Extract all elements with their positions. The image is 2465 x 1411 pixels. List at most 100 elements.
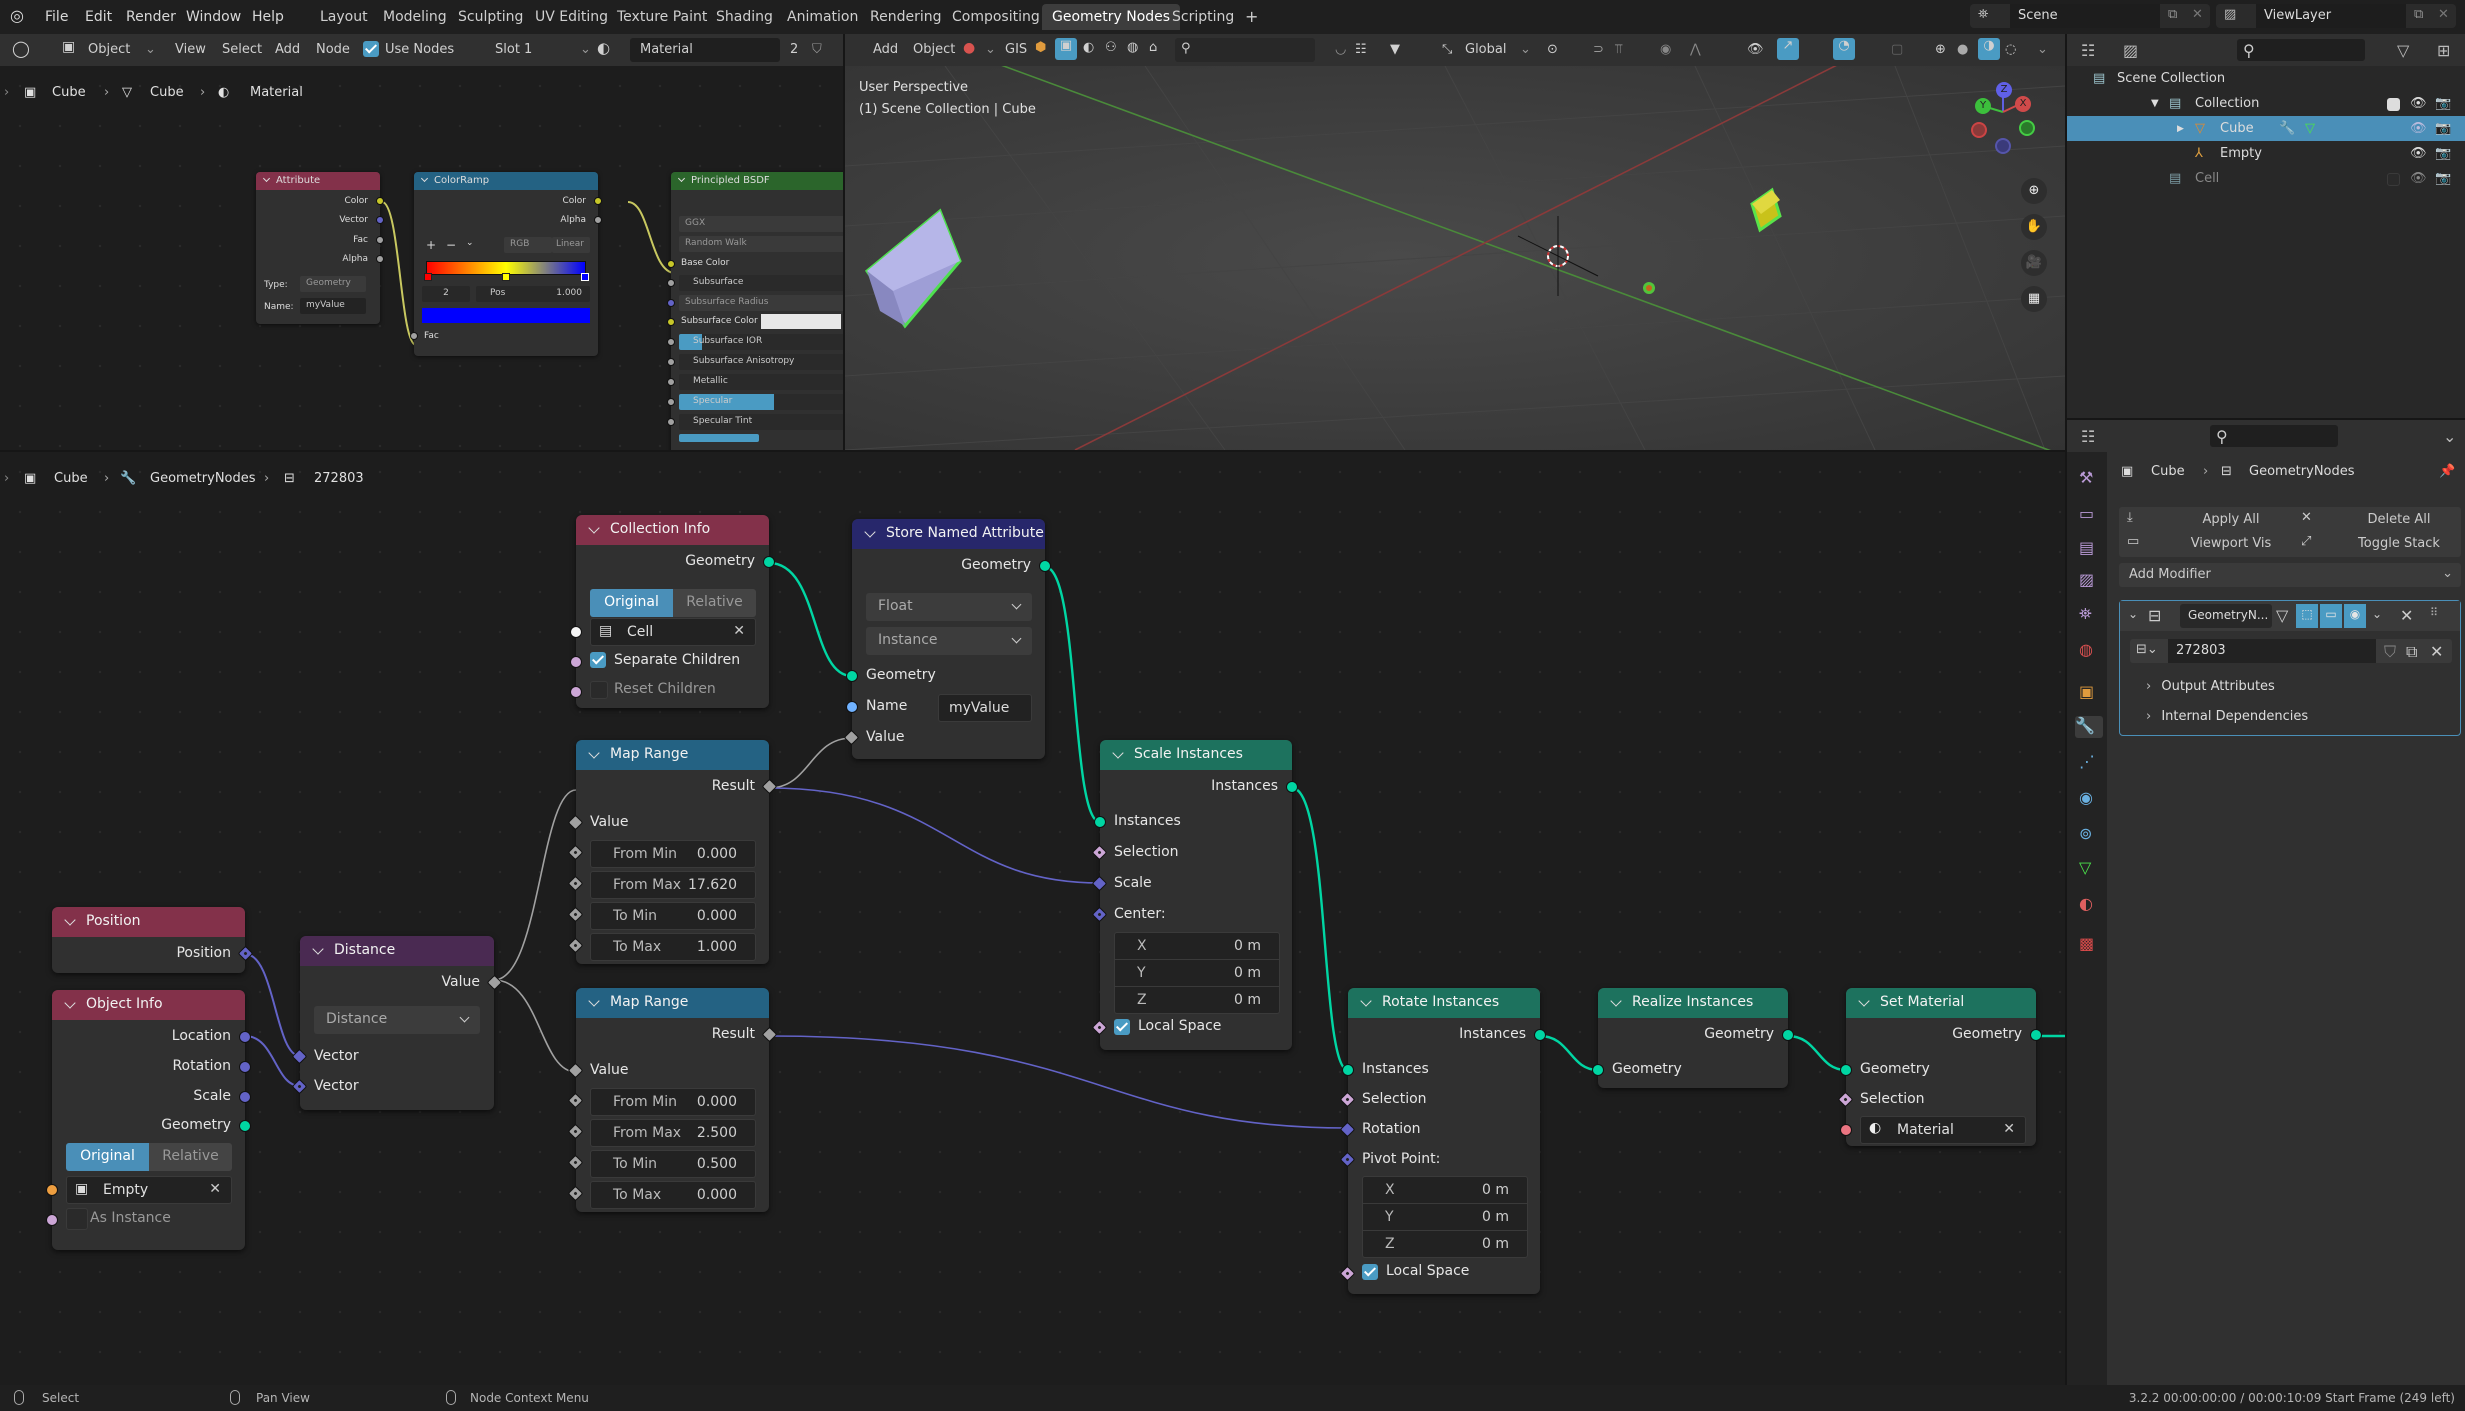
tab-modeling[interactable]: Modeling [373, 4, 457, 30]
input-collection-socket[interactable] [570, 626, 582, 638]
zoom-view-icon[interactable]: ⊕ [2021, 178, 2047, 204]
exclude-checkbox[interactable] [2387, 97, 2400, 112]
input-as-instance-socket[interactable] [46, 1214, 58, 1226]
input-instances-socket[interactable] [1094, 816, 1106, 828]
editor-divider[interactable] [2067, 418, 2465, 420]
texture-tab-icon[interactable]: ▩ [2079, 934, 2101, 956]
menu-view[interactable]: View [175, 42, 206, 57]
center-x-field[interactable]: X 0 m [1114, 932, 1280, 960]
display-mode-icon[interactable]: ☷ [2081, 41, 2095, 60]
outliner-search-input[interactable]: ⚲ [2237, 39, 2365, 61]
ramp-stop-1[interactable] [502, 273, 510, 281]
snap-icon[interactable]: ⊃ [1593, 42, 1604, 57]
collection-picker-field[interactable]: ▤ Cell ✕ [590, 618, 756, 646]
input-fac-socket[interactable] [410, 332, 418, 340]
object-tab-icon[interactable]: ▣ [2079, 682, 2101, 704]
outliner-row-cell[interactable]: ▤ Cell 👁 📷 [2067, 166, 2465, 191]
as-instance-checkbox[interactable] [66, 1208, 88, 1230]
output-tab-icon[interactable]: ▤ [2079, 538, 2101, 560]
output-geometry-socket[interactable] [1782, 1029, 1794, 1041]
pivot-z-field[interactable]: Z 0 m [1362, 1230, 1528, 1258]
input-to-max-socket[interactable] [567, 1185, 584, 1202]
wireframe-shading-icon[interactable]: ⊕ [1935, 42, 1946, 57]
orientation-dropdown[interactable]: Global [1465, 42, 1506, 57]
interpolation-dropdown[interactable]: Linear [552, 237, 590, 253]
on-cage-toggle-icon[interactable]: ⬚ [2296, 604, 2318, 628]
map-range-1-header[interactable]: Map Range [576, 740, 769, 770]
transform-original-option[interactable]: Original [66, 1143, 149, 1171]
output-value-socket[interactable] [486, 974, 503, 991]
remove-modifier-icon[interactable]: ✕ [2400, 606, 2413, 625]
position-node[interactable]: Position Position [52, 907, 254, 973]
object-filter-icon[interactable]: ▣ [1055, 38, 1077, 60]
scene-tab-icon[interactable]: ⛯ [2079, 604, 2101, 626]
copy-scene-icon[interactable]: ⧉ [2168, 7, 2177, 22]
render-toggle-icon[interactable]: ◉ [2344, 604, 2366, 628]
menu-window[interactable]: Window [186, 9, 241, 25]
outliner-row-collection[interactable]: ▼ ▤ Collection 👁 📷 [2067, 91, 2465, 116]
stop-position-field[interactable]: Pos 1.000 [476, 286, 590, 302]
output-alpha-socket[interactable] [594, 216, 602, 224]
menu-file[interactable]: File [45, 9, 68, 25]
subsurface-color-swatch[interactable] [761, 314, 841, 329]
render-camera-icon[interactable]: 📷 [2435, 121, 2451, 136]
ortho-toggle-grid-icon[interactable]: ▦ [2021, 286, 2047, 312]
visibility-eye-icon[interactable]: 👁 [2410, 171, 2427, 186]
to-max-field[interactable]: To Max 0.000 [590, 1181, 756, 1209]
output-geometry-socket[interactable] [239, 1120, 251, 1132]
material-picker-field[interactable]: ◐ Material ✕ [1860, 1116, 2026, 1144]
object-info-node-header[interactable]: Object Info [52, 990, 245, 1020]
subsurface-ior-field[interactable]: Subsurface IOR [679, 334, 843, 350]
ramp-stop-0[interactable] [424, 273, 432, 281]
proportional-edit-icon[interactable]: ◉ [1660, 42, 1671, 57]
gizmo-z-axis[interactable]: Z [1996, 82, 2012, 98]
collection-info-node-header[interactable]: Collection Info [576, 515, 769, 545]
material-preview-shading-icon[interactable]: ◑ [1978, 38, 2000, 60]
input-local-space-socket[interactable] [1339, 1265, 1356, 1282]
tab-compositing[interactable]: Compositing [942, 4, 1050, 30]
name-field[interactable]: myValue [300, 298, 366, 314]
principled-bsdf-header[interactable]: Principled BSDF [671, 172, 843, 190]
viewport-toggle-icon[interactable]: ▭ [2320, 604, 2342, 628]
active-stop-color-swatch[interactable] [422, 308, 590, 323]
toggle-stack-button[interactable]: Toggle Stack [2349, 536, 2449, 551]
node-group-name-field[interactable]: 272803 [2168, 639, 2376, 663]
input-value-socket[interactable] [567, 1062, 584, 1079]
separate-children-checkbox[interactable] [590, 652, 606, 668]
output-scale-socket[interactable] [239, 1091, 251, 1103]
input-subsurface-ior-socket[interactable] [667, 338, 675, 346]
output-instances-socket[interactable] [1286, 781, 1298, 793]
data-type-dropdown[interactable]: Float [866, 593, 1032, 621]
input-subsurface-anisotropy-socket[interactable] [667, 358, 675, 366]
input-selection-socket[interactable] [1339, 1091, 1356, 1108]
vector-operation-dropdown[interactable]: Distance [314, 1006, 480, 1034]
shader-type-dropdown[interactable]: Object [88, 42, 130, 57]
gizmo-neg-z-axis[interactable] [1995, 138, 2011, 154]
camera-view-icon[interactable]: 🎥 [2021, 250, 2047, 276]
from-min-field[interactable]: From Min 0.000 [590, 1088, 756, 1116]
menu-add[interactable]: Add [275, 42, 300, 57]
shader-editor[interactable]: › ▣ Cube › ▽ Cube › ◐ Material Attribute… [0, 66, 843, 450]
scale-instances-node[interactable]: Scale Instances Instances Instances Sele… [1091, 740, 1298, 1050]
subsurface-radius-field[interactable]: Subsurface Radius [679, 295, 843, 311]
remove-stop-button[interactable]: − [446, 238, 456, 252]
output-attributes-subpanel[interactable]: › Output Attributes [2146, 679, 2275, 694]
color-picker-icon[interactable]: ⬢ [1035, 40, 1046, 55]
gizmo-neg-y-axis[interactable] [2019, 120, 2035, 136]
solid-shading-icon[interactable]: ● [1957, 42, 1968, 57]
input-selection-socket[interactable] [1091, 844, 1108, 861]
visibility-icon[interactable]: 👁 [1747, 42, 1764, 57]
menu-select[interactable]: Select [222, 42, 262, 57]
delete-all-button[interactable]: Delete All [2349, 512, 2449, 527]
expand-toggle-icon[interactable]: ▶ [2177, 124, 2184, 134]
input-subsurface-radius-socket[interactable] [667, 299, 675, 307]
reset-children-checkbox[interactable] [590, 681, 608, 699]
mesh-data-icon[interactable]: ▽ [2305, 121, 2315, 136]
input-material-socket[interactable] [1840, 1124, 1852, 1136]
input-subsurface-socket[interactable] [667, 279, 675, 287]
output-result-socket[interactable] [761, 778, 778, 795]
output-alpha-socket[interactable] [376, 255, 384, 263]
input-to-min-socket[interactable] [567, 1154, 584, 1171]
clear-material-icon[interactable]: ✕ [2003, 1121, 2015, 1137]
output-geometry-socket[interactable] [763, 556, 775, 568]
